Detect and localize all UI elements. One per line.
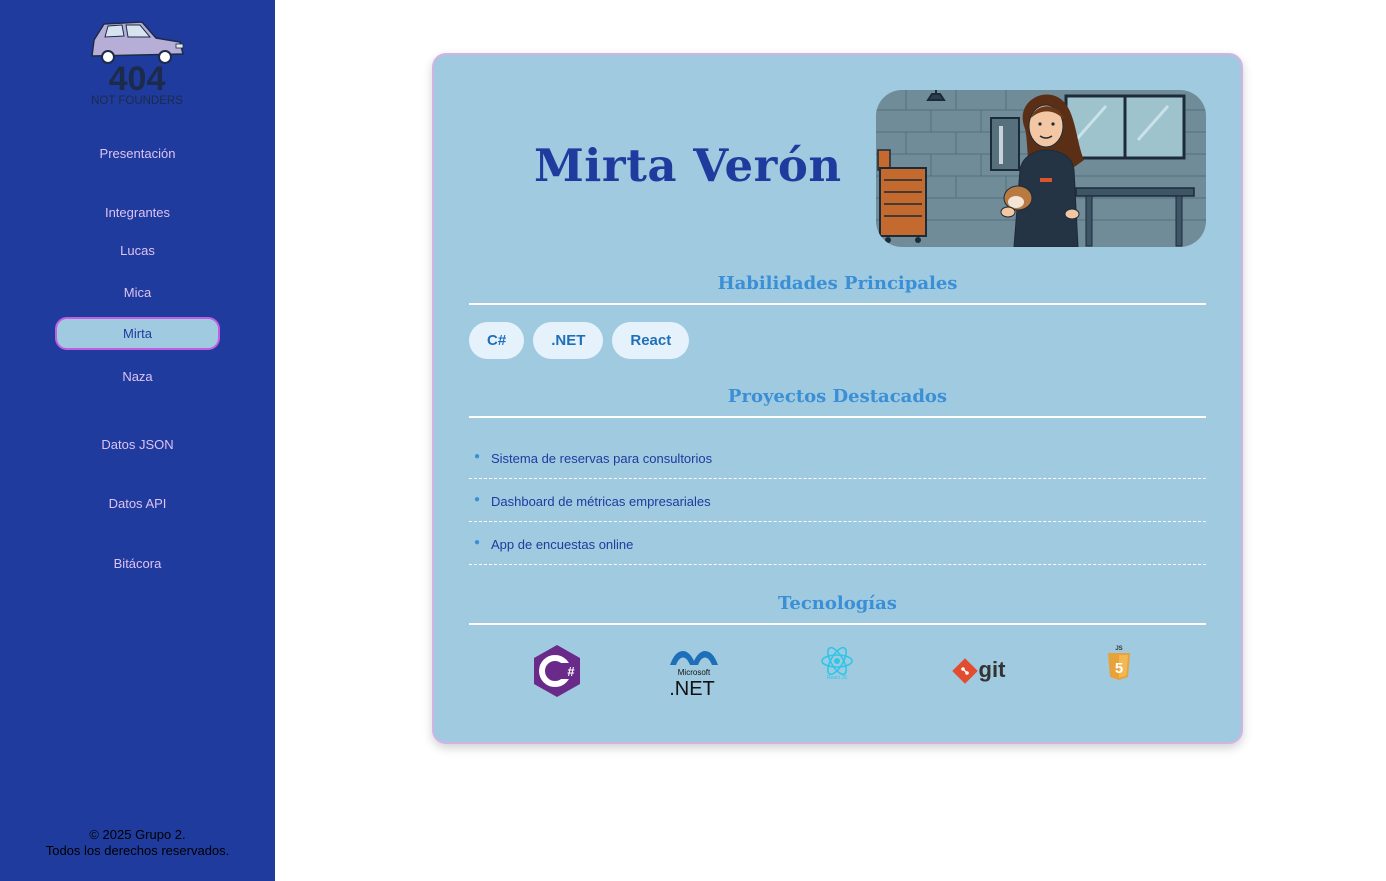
- svg-text:React JS: React JS: [827, 675, 848, 681]
- projects-list: ● Sistema de reservas para consultorios ●…: [469, 436, 1206, 565]
- list-item: ● Sistema de reservas para consultorios: [469, 436, 1206, 479]
- footer-rights: Todos los derechos reservados.: [45, 843, 230, 858]
- profile-name: Mirta Verón: [534, 139, 842, 192]
- list-item: ● Dashboard de métricas empresariales: [469, 479, 1206, 522]
- nav-integrantes[interactable]: Integrantes: [0, 205, 275, 220]
- footer: © 2025 Grupo 2. Todos los derechos reser…: [0, 827, 275, 859]
- footer-copyright: © 2025 Grupo 2.: [89, 827, 186, 842]
- nav-bitacora[interactable]: Bitácora: [0, 556, 275, 571]
- skills-divider: [469, 303, 1206, 305]
- skills-list: C# .NET React: [469, 322, 690, 359]
- skill-chip-react: React: [612, 322, 690, 359]
- skill-chip-csharp: C#: [469, 322, 525, 359]
- tech-divider: [469, 623, 1206, 625]
- projects-title: Proyectos Destacados: [727, 386, 948, 407]
- nav-member-naza[interactable]: Naza: [0, 369, 275, 384]
- project-label: App de encuestas online: [491, 537, 634, 552]
- svg-text:#: #: [567, 664, 575, 679]
- git-icon: git: [950, 643, 1010, 704]
- svg-text:Microsoft: Microsoft: [678, 668, 711, 677]
- nav-member-mica[interactable]: Mica: [0, 285, 275, 300]
- tech-title: Tecnologías: [778, 593, 897, 614]
- svg-text:5: 5: [1115, 660, 1123, 677]
- sidebar: 404 NOT FOUNDERS Presentación Integrante…: [0, 0, 275, 881]
- bullet-icon: ●: [474, 494, 481, 505]
- car-logo-icon: 404 NOT FOUNDERS: [91, 21, 184, 107]
- react-icon: React JS: [820, 643, 854, 694]
- skill-chip-dotnet: .NET: [533, 322, 604, 359]
- html5-icon: JS 5: [1106, 643, 1132, 688]
- svg-text:git: git: [979, 657, 1007, 682]
- nav-member-mirta[interactable]: Mirta: [55, 317, 220, 350]
- skills-title: Habilidades Principales: [717, 273, 958, 294]
- projects-divider: [469, 416, 1206, 418]
- svg-text:.NET: .NET: [669, 678, 715, 699]
- project-label: Dashboard de métricas empresariales: [491, 494, 711, 509]
- bullet-icon: ●: [474, 451, 481, 462]
- profile-card: Mirta Verón Habilidades Principales C# .…: [432, 53, 1243, 744]
- nav-presentacion[interactable]: Presentación: [0, 146, 275, 161]
- project-label: Sistema de reservas para consultorios: [491, 451, 713, 466]
- logo[interactable]: 404 NOT FOUNDERS: [80, 16, 195, 111]
- svg-text:404: 404: [109, 60, 166, 98]
- svg-text:NOT FOUNDERS: NOT FOUNDERS: [91, 95, 183, 107]
- nav-datos-api[interactable]: Datos API: [0, 496, 275, 511]
- svg-text:JS: JS: [1115, 646, 1122, 652]
- list-item: ● App de encuestas online: [469, 522, 1206, 565]
- csharp-icon: #: [531, 643, 583, 704]
- bullet-icon: ●: [474, 537, 481, 548]
- dotnet-icon: Microsoft .NET: [666, 643, 722, 704]
- nav-member-lucas[interactable]: Lucas: [0, 243, 275, 258]
- profile-illustration: [876, 90, 1206, 247]
- mechanic-illustration-icon: [876, 90, 1206, 247]
- nav-datos-json[interactable]: Datos JSON: [0, 437, 275, 452]
